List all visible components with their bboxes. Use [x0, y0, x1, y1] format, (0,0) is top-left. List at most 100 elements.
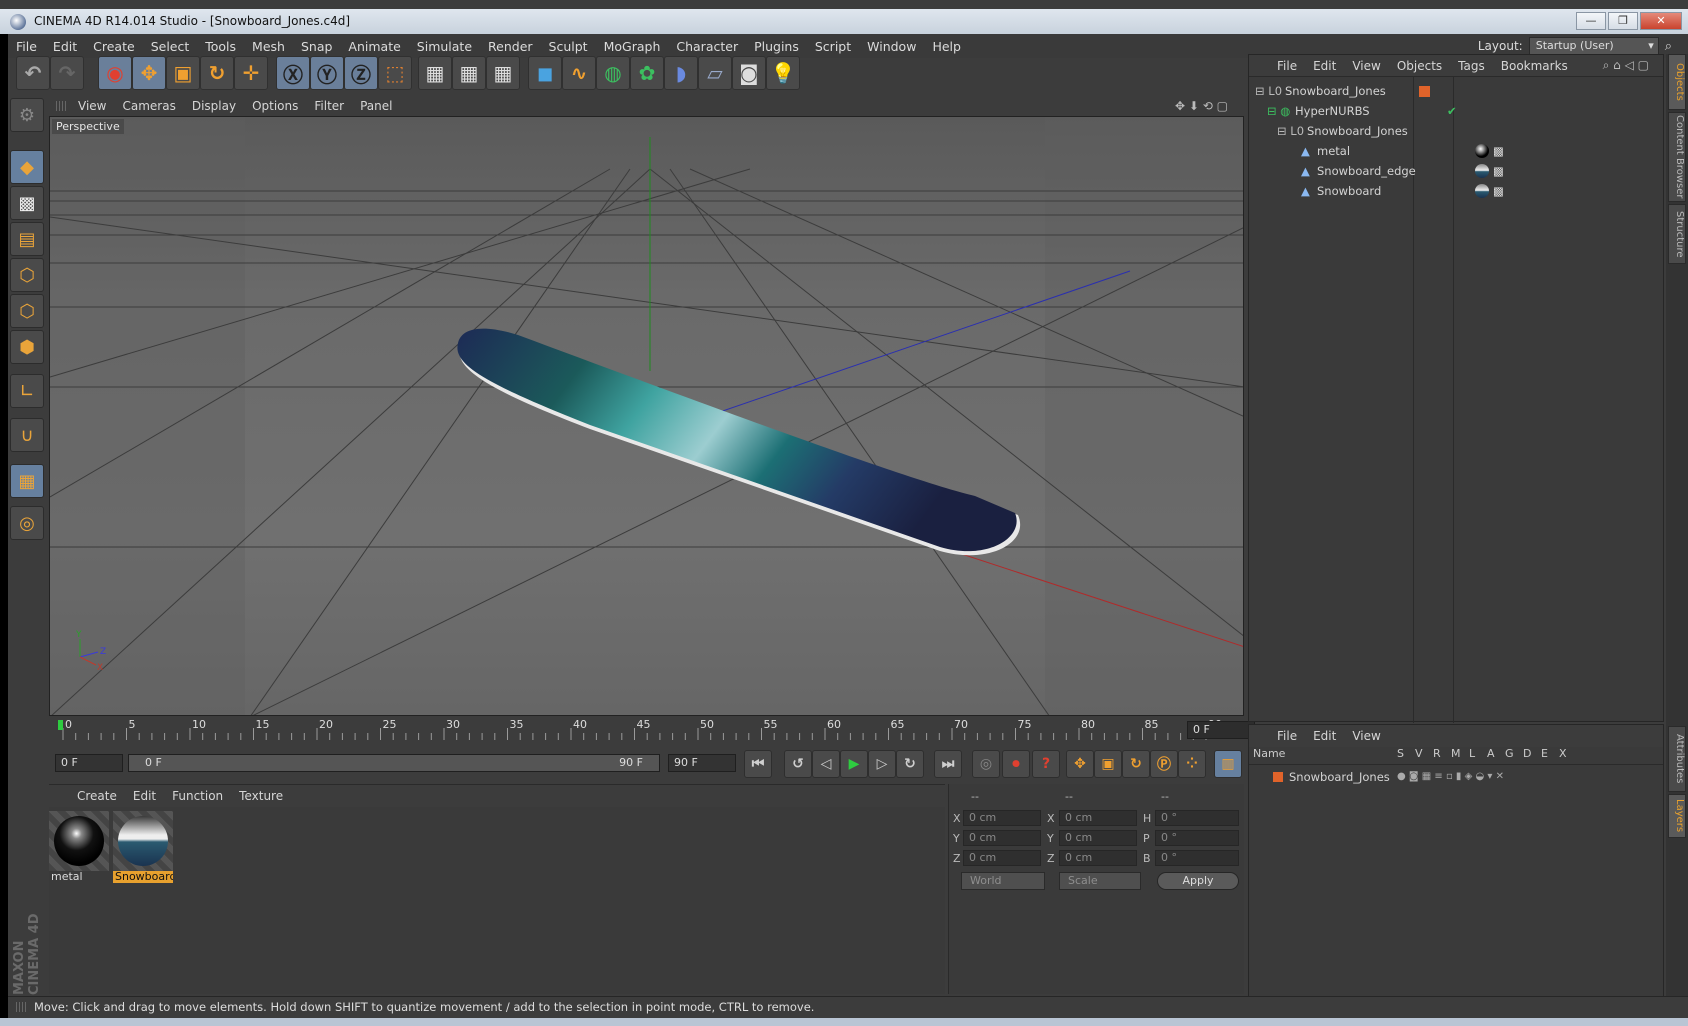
object-manager-nav-icons[interactable]: ⌕ ⌂ ◁ ▢ — [1595, 58, 1657, 73]
cube-primitive-icon[interactable]: ◼ — [528, 56, 562, 90]
workplane-lock-icon[interactable]: ▦ — [10, 464, 44, 498]
snapping-icon[interactable]: ∪ — [10, 418, 44, 452]
z-axis-lock-icon[interactable]: Ⓩ — [344, 56, 378, 90]
vp-menu-options[interactable]: Options — [244, 99, 306, 113]
coordinate-system-icon[interactable]: ⬚ — [378, 56, 412, 90]
obj-menu-file[interactable]: File — [1269, 59, 1305, 73]
vp-menu-cameras[interactable]: Cameras — [114, 99, 183, 113]
perspective-viewport[interactable]: Y Z X Perspective — [49, 116, 1244, 716]
menu-animate[interactable]: Animate — [340, 39, 408, 54]
end-frame-field[interactable]: 90 F — [668, 754, 736, 772]
object-row-snowboard-edge[interactable]: ▲ Snowboard_edge ▩ — [1249, 161, 1665, 181]
menu-help[interactable]: Help — [924, 39, 969, 54]
y-axis-lock-icon[interactable]: Ⓨ — [310, 56, 344, 90]
position-z-field[interactable]: 0 cm — [963, 850, 1041, 866]
render-view-icon[interactable]: ▦ — [418, 56, 452, 90]
go-to-next-key-icon[interactable]: ↻ — [896, 750, 924, 778]
undo-icon[interactable]: ↶ — [16, 56, 50, 90]
size-x-field[interactable]: 0 cm — [1059, 810, 1137, 826]
search-icon[interactable]: ⌕ — [1665, 39, 1672, 54]
layer-col-x[interactable]: X — [1559, 747, 1567, 760]
mat-menu-create[interactable]: Create — [69, 789, 125, 803]
last-tool-icon[interactable]: ✛ — [234, 56, 268, 90]
playhead[interactable] — [58, 720, 63, 730]
tab-layers[interactable]: Layers — [1668, 794, 1686, 838]
mat-menu-texture[interactable]: Texture — [231, 789, 291, 803]
coord-space-dropdown[interactable]: World — [961, 872, 1045, 890]
rotation-h-field[interactable]: 0 ° — [1155, 810, 1239, 826]
model-mode-icon[interactable]: ◆ — [10, 150, 44, 184]
layer-col-r[interactable]: R — [1433, 747, 1441, 760]
array-icon[interactable]: ✿ — [630, 56, 664, 90]
record-active-objects-icon[interactable]: ◎ — [972, 750, 1000, 778]
object-row-snowboard[interactable]: ▲ Snowboard ▩ — [1249, 181, 1665, 201]
floor-icon[interactable]: ▱ — [698, 56, 732, 90]
mat-menu-function[interactable]: Function — [164, 789, 231, 803]
live-selection-icon[interactable]: ◉ — [98, 56, 132, 90]
object-row-snowboard-jones-root[interactable]: ⊟ L0 Snowboard_Jones — [1249, 81, 1665, 101]
start-frame-field[interactable]: 0 F — [55, 754, 123, 772]
snowboard-model[interactable] — [457, 328, 1021, 556]
current-frame-field[interactable]: 0 F — [1187, 721, 1255, 739]
timeline-ruler[interactable]: 051015202530354045505560657075808590 0 F — [49, 718, 1255, 742]
layer-row[interactable]: Snowboard_Jones ● ◙ ▦ ≡ ▫ ▮ ◈ ◒ ▾ ✕ — [1249, 767, 1665, 787]
menu-character[interactable]: Character — [668, 39, 746, 54]
layer-col-d[interactable]: D — [1523, 747, 1531, 760]
obj-menu-edit[interactable]: Edit — [1305, 59, 1344, 73]
x-axis-lock-icon[interactable]: Ⓧ — [276, 56, 310, 90]
uvw-tag-icon[interactable]: ▩ — [1493, 141, 1504, 161]
layer-menu-file[interactable]: File — [1269, 729, 1305, 743]
layout-dropdown[interactable]: Startup (User) — [1528, 37, 1659, 55]
material-thumbnail-metal[interactable]: metal — [49, 811, 109, 883]
tab-content-browser[interactable]: Content Browser — [1668, 112, 1686, 202]
autokeying-icon[interactable]: ⏺ — [1002, 750, 1030, 778]
material-tag-snowboard-icon[interactable] — [1475, 184, 1489, 198]
make-editable-icon[interactable]: ⚙ — [10, 98, 44, 132]
play-icon[interactable]: ▶ — [840, 750, 868, 778]
object-row-metal[interactable]: ▲ metal ▩ — [1249, 141, 1665, 161]
rotation-b-field[interactable]: 0 ° — [1155, 850, 1239, 866]
material-tag-metal-icon[interactable] — [1475, 144, 1489, 158]
previous-frame-icon[interactable]: ◁ — [812, 750, 840, 778]
menu-mograph[interactable]: MoGraph — [596, 39, 669, 54]
polygons-mode-icon[interactable]: ⬢ — [10, 330, 44, 364]
layer-flag-icons[interactable]: ● ◙ ▦ ≡ ▫ ▮ ◈ ◒ ▾ ✕ — [1397, 767, 1504, 787]
menu-sculpt[interactable]: Sculpt — [541, 39, 596, 54]
menu-snap[interactable]: Snap — [293, 39, 340, 54]
timeline-window-icon[interactable]: ▥ — [1214, 750, 1242, 778]
layer-col-v[interactable]: V — [1415, 747, 1423, 760]
scale-tool-icon[interactable]: ▣ — [166, 56, 200, 90]
obj-menu-bookmarks[interactable]: Bookmarks — [1493, 59, 1576, 73]
menu-render[interactable]: Render — [480, 39, 541, 54]
object-row-hypernurbs[interactable]: ⊟ ◍ HyperNURBS ✔ — [1249, 101, 1665, 121]
go-to-start-icon[interactable]: ⏮ — [744, 750, 772, 778]
layer-menu-edit[interactable]: Edit — [1305, 729, 1344, 743]
layer-color-icon[interactable] — [1273, 772, 1283, 782]
close-button[interactable]: ✕ — [1640, 12, 1682, 30]
obj-menu-view[interactable]: View — [1344, 59, 1388, 73]
record-scale-icon[interactable]: ▣ — [1094, 750, 1122, 778]
object-row-snowboard-jones-group[interactable]: ⊟ L0 Snowboard_Jones — [1249, 121, 1665, 141]
uvw-tag-icon[interactable]: ▩ — [1493, 181, 1504, 201]
position-y-field[interactable]: 0 cm — [963, 830, 1041, 846]
tab-structure[interactable]: Structure — [1668, 204, 1686, 264]
layer-col-s[interactable]: S — [1397, 747, 1404, 760]
camera-icon[interactable]: ◙ — [732, 56, 766, 90]
layer-col-m[interactable]: M — [1451, 747, 1461, 760]
viewport-nav-icons[interactable]: ✥ ⬇ ⟲ ▢ — [1167, 99, 1236, 113]
light-icon[interactable]: 💡 — [766, 56, 800, 90]
panel-grip[interactable] — [56, 101, 66, 111]
nurbs-icon[interactable]: ◍ — [596, 56, 630, 90]
record-rotation-icon[interactable]: ↻ — [1122, 750, 1150, 778]
menu-mesh[interactable]: Mesh — [244, 39, 293, 54]
menu-script[interactable]: Script — [807, 39, 859, 54]
vp-menu-filter[interactable]: Filter — [306, 99, 352, 113]
spline-icon[interactable]: ∿ — [562, 56, 596, 90]
obj-menu-tags[interactable]: Tags — [1450, 59, 1493, 73]
minimize-button[interactable]: — — [1576, 12, 1606, 30]
menu-edit[interactable]: Edit — [45, 39, 85, 54]
material-tag-snowboard-icon[interactable] — [1475, 164, 1489, 178]
menu-plugins[interactable]: Plugins — [746, 39, 807, 54]
layer-col-g[interactable]: G — [1505, 747, 1514, 760]
vp-menu-panel[interactable]: Panel — [352, 99, 400, 113]
